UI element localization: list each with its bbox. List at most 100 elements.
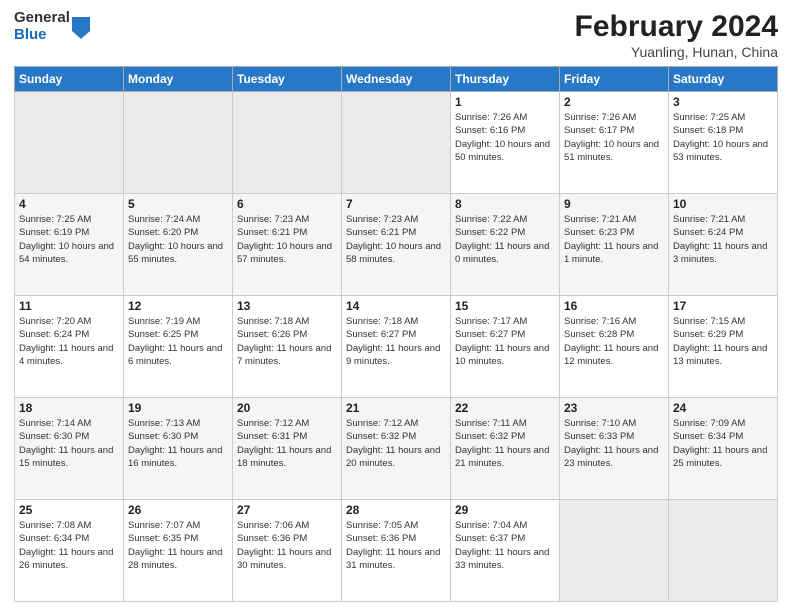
day-number: 16 — [564, 299, 664, 313]
day-info: Sunrise: 7:22 AM Sunset: 6:22 PM Dayligh… — [455, 213, 555, 266]
day-info: Sunrise: 7:19 AM Sunset: 6:25 PM Dayligh… — [128, 315, 228, 368]
day-number: 18 — [19, 401, 119, 415]
calendar-cell: 25Sunrise: 7:08 AM Sunset: 6:34 PM Dayli… — [15, 500, 124, 602]
title-month: February 2024 — [575, 10, 778, 44]
column-header-wednesday: Wednesday — [342, 67, 451, 92]
day-info: Sunrise: 7:25 AM Sunset: 6:18 PM Dayligh… — [673, 111, 773, 164]
day-info: Sunrise: 7:26 AM Sunset: 6:17 PM Dayligh… — [564, 111, 664, 164]
calendar-week-row: 4 Sunrise: 7:25 AM Sunset: 6:19 PM Daylig… — [15, 194, 778, 296]
day-info: Sunrise: 7:14 AM Sunset: 6:30 PM Dayligh… — [19, 417, 119, 470]
day-number: 25 — [19, 503, 119, 517]
calendar-cell: 5Sunrise: 7:24 AM Sunset: 6:20 PM Daylig… — [124, 194, 233, 296]
day-number: 9 — [564, 197, 664, 211]
calendar-cell: 23 Sunrise: 7:10 AM Sunset: 6:33 PM Dayli… — [560, 398, 669, 500]
day-number: 23 — [564, 401, 664, 415]
calendar-cell: 11 Sunrise: 7:20 AM Sunset: 6:24 PM Dayli… — [15, 296, 124, 398]
calendar-cell — [233, 92, 342, 194]
day-number: 29 — [455, 503, 555, 517]
calendar-week-row: 18 Sunrise: 7:14 AM Sunset: 6:30 PM Dayli… — [15, 398, 778, 500]
calendar-cell: 29 Sunrise: 7:04 AM Sunset: 6:37 PM Dayli… — [451, 500, 560, 602]
day-number: 22 — [455, 401, 555, 415]
calendar-cell: 6 Sunrise: 7:23 AM Sunset: 6:21 PM Daylig… — [233, 194, 342, 296]
calendar-cell: 19 Sunrise: 7:13 AM Sunset: 6:30 PM Dayli… — [124, 398, 233, 500]
day-info: Sunrise: 7:06 AM Sunset: 6:36 PM Dayligh… — [237, 519, 337, 572]
calendar-cell: 12 Sunrise: 7:19 AM Sunset: 6:25 PM Dayli… — [124, 296, 233, 398]
day-info: Sunrise: 7:25 AM Sunset: 6:19 PM Dayligh… — [19, 213, 119, 266]
day-number: 2 — [564, 95, 664, 109]
column-header-friday: Friday — [560, 67, 669, 92]
day-info: Sunrise: 7:21 AM Sunset: 6:24 PM Dayligh… — [673, 213, 773, 266]
day-info: Sunrise: 7:20 AM Sunset: 6:24 PM Dayligh… — [19, 315, 119, 368]
day-info: Sunrise: 7:09 AM Sunset: 6:34 PM Dayligh… — [673, 417, 773, 470]
calendar-cell: 10 Sunrise: 7:21 AM Sunset: 6:24 PM Dayli… — [669, 194, 778, 296]
day-number: 13 — [237, 299, 337, 313]
calendar-cell: 7 Sunrise: 7:23 AM Sunset: 6:21 PM Daylig… — [342, 194, 451, 296]
day-info: Sunrise: 7:12 AM Sunset: 6:31 PM Dayligh… — [237, 417, 337, 470]
calendar-cell: 1Sunrise: 7:26 AM Sunset: 6:16 PM Daylig… — [451, 92, 560, 194]
logo-general: General — [14, 10, 70, 27]
column-header-saturday: Saturday — [669, 67, 778, 92]
day-number: 6 — [237, 197, 337, 211]
day-info: Sunrise: 7:05 AM Sunset: 6:36 PM Dayligh… — [346, 519, 446, 572]
calendar-cell — [669, 500, 778, 602]
logo-icon — [72, 17, 90, 39]
calendar-cell — [342, 92, 451, 194]
day-info: Sunrise: 7:24 AM Sunset: 6:20 PM Dayligh… — [128, 213, 228, 266]
calendar-cell: 8 Sunrise: 7:22 AM Sunset: 6:22 PM Daylig… — [451, 194, 560, 296]
day-number: 7 — [346, 197, 446, 211]
day-number: 11 — [19, 299, 119, 313]
title-block: February 2024 Yuanling, Hunan, China — [575, 10, 778, 60]
calendar-cell: 28 Sunrise: 7:05 AM Sunset: 6:36 PM Dayli… — [342, 500, 451, 602]
day-info: Sunrise: 7:13 AM Sunset: 6:30 PM Dayligh… — [128, 417, 228, 470]
day-number: 19 — [128, 401, 228, 415]
calendar-cell: 16 Sunrise: 7:16 AM Sunset: 6:28 PM Dayli… — [560, 296, 669, 398]
logo-blue: Blue — [14, 27, 70, 44]
calendar-cell: 18 Sunrise: 7:14 AM Sunset: 6:30 PM Dayli… — [15, 398, 124, 500]
logo: General Blue — [14, 10, 90, 43]
day-number: 17 — [673, 299, 773, 313]
calendar-cell: 15 Sunrise: 7:17 AM Sunset: 6:27 PM Dayli… — [451, 296, 560, 398]
column-header-sunday: Sunday — [15, 67, 124, 92]
logo-text: General Blue — [14, 10, 70, 43]
day-info: Sunrise: 7:15 AM Sunset: 6:29 PM Dayligh… — [673, 315, 773, 368]
day-number: 24 — [673, 401, 773, 415]
calendar-week-row: 11 Sunrise: 7:20 AM Sunset: 6:24 PM Dayli… — [15, 296, 778, 398]
calendar-cell: 21Sunrise: 7:12 AM Sunset: 6:32 PM Dayli… — [342, 398, 451, 500]
calendar-cell: 27Sunrise: 7:06 AM Sunset: 6:36 PM Dayli… — [233, 500, 342, 602]
header: General Blue February 2024 Yuanling, Hun… — [14, 10, 778, 60]
calendar-body: 1Sunrise: 7:26 AM Sunset: 6:16 PM Daylig… — [15, 92, 778, 602]
day-number: 12 — [128, 299, 228, 313]
calendar-cell — [560, 500, 669, 602]
column-header-tuesday: Tuesday — [233, 67, 342, 92]
calendar-cell — [124, 92, 233, 194]
day-info: Sunrise: 7:17 AM Sunset: 6:27 PM Dayligh… — [455, 315, 555, 368]
calendar-cell: 26Sunrise: 7:07 AM Sunset: 6:35 PM Dayli… — [124, 500, 233, 602]
calendar-cell: 4 Sunrise: 7:25 AM Sunset: 6:19 PM Daylig… — [15, 194, 124, 296]
day-info: Sunrise: 7:11 AM Sunset: 6:32 PM Dayligh… — [455, 417, 555, 470]
day-info: Sunrise: 7:10 AM Sunset: 6:33 PM Dayligh… — [564, 417, 664, 470]
day-info: Sunrise: 7:23 AM Sunset: 6:21 PM Dayligh… — [346, 213, 446, 266]
column-header-thursday: Thursday — [451, 67, 560, 92]
day-number: 3 — [673, 95, 773, 109]
column-header-monday: Monday — [124, 67, 233, 92]
day-info: Sunrise: 7:16 AM Sunset: 6:28 PM Dayligh… — [564, 315, 664, 368]
calendar-week-row: 1Sunrise: 7:26 AM Sunset: 6:16 PM Daylig… — [15, 92, 778, 194]
calendar-header-row: SundayMondayTuesdayWednesdayThursdayFrid… — [15, 67, 778, 92]
day-number: 4 — [19, 197, 119, 211]
page: General Blue February 2024 Yuanling, Hun… — [0, 0, 792, 612]
day-number: 8 — [455, 197, 555, 211]
calendar-cell: 17 Sunrise: 7:15 AM Sunset: 6:29 PM Dayli… — [669, 296, 778, 398]
calendar-week-row: 25Sunrise: 7:08 AM Sunset: 6:34 PM Dayli… — [15, 500, 778, 602]
day-number: 28 — [346, 503, 446, 517]
day-number: 15 — [455, 299, 555, 313]
day-info: Sunrise: 7:04 AM Sunset: 6:37 PM Dayligh… — [455, 519, 555, 572]
calendar-cell: 13Sunrise: 7:18 AM Sunset: 6:26 PM Dayli… — [233, 296, 342, 398]
day-number: 10 — [673, 197, 773, 211]
day-info: Sunrise: 7:26 AM Sunset: 6:16 PM Dayligh… — [455, 111, 555, 164]
day-info: Sunrise: 7:12 AM Sunset: 6:32 PM Dayligh… — [346, 417, 446, 470]
day-number: 20 — [237, 401, 337, 415]
calendar-cell: 3 Sunrise: 7:25 AM Sunset: 6:18 PM Daylig… — [669, 92, 778, 194]
day-number: 26 — [128, 503, 228, 517]
day-info: Sunrise: 7:23 AM Sunset: 6:21 PM Dayligh… — [237, 213, 337, 266]
calendar-cell: 2 Sunrise: 7:26 AM Sunset: 6:17 PM Daylig… — [560, 92, 669, 194]
